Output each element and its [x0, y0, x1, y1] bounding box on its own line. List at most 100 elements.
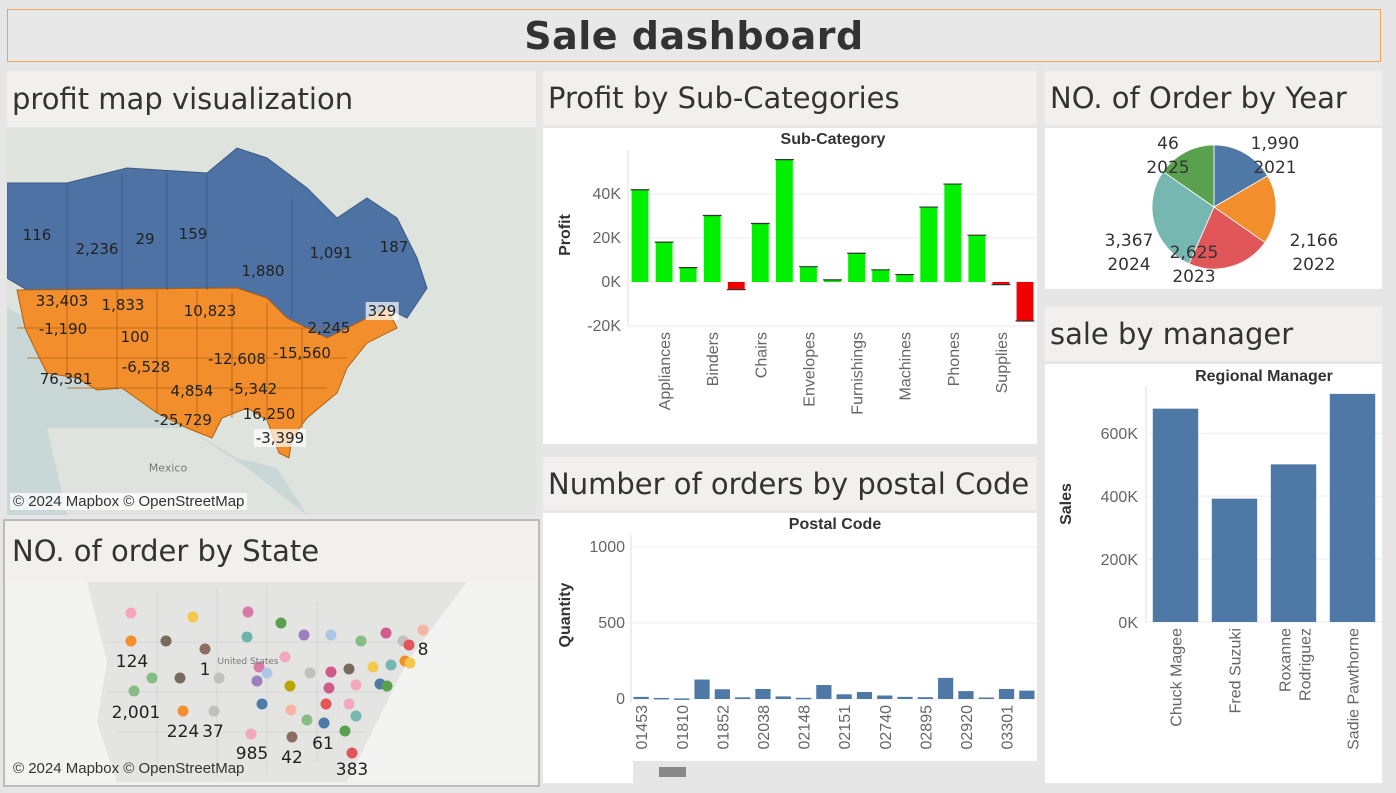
profit-map[interactable]: 116 2,236 29 159 1,091 187 1,880 33,403 … [7, 128, 536, 515]
state-marker[interactable] [213, 672, 225, 684]
state-marker[interactable] [208, 705, 220, 717]
state-marker[interactable] [251, 675, 263, 687]
postal-bar[interactable] [714, 689, 730, 699]
postal-bar[interactable] [653, 697, 670, 700]
postal-bar[interactable] [735, 697, 751, 699]
postal-bar[interactable] [856, 692, 873, 699]
postal-bar[interactable] [1019, 690, 1035, 699]
state-marker[interactable] [304, 667, 316, 679]
orders-year-chart[interactable]: 1,990 2021 2,166 2022 2,625 2023 3,367 2024 46 20… [1045, 128, 1382, 289]
pie-label-value: 46 [1157, 134, 1179, 154]
postal-bar[interactable] [998, 688, 1015, 699]
state-marker[interactable] [367, 661, 379, 673]
state-marker[interactable] [355, 635, 367, 647]
subcat-bar-tables[interactable] [1016, 282, 1034, 321]
postal-bar[interactable] [795, 697, 812, 700]
postal-bar[interactable] [775, 696, 791, 699]
state-marker[interactable] [242, 606, 254, 618]
postal-chart[interactable]: Postal Code Quantity 1000 500 0 01453 01810… [543, 513, 1037, 757]
subcat-bar-paper[interactable] [920, 207, 938, 282]
state-marker[interactable] [279, 651, 291, 663]
state-map-attribution[interactable]: © 2024 Mapbox © OpenStreetMap [10, 760, 247, 777]
subcat-bar-chairs[interactable] [751, 223, 769, 282]
subcat-bar-copiers[interactable] [775, 159, 793, 282]
state-marker[interactable] [346, 747, 358, 759]
postal-bar[interactable] [877, 695, 893, 699]
subcat-bar-envelopes[interactable] [800, 266, 817, 282]
subcat-bar-storage[interactable] [968, 235, 986, 282]
state-marker[interactable] [245, 728, 257, 740]
state-marker[interactable] [318, 717, 330, 729]
state-marker[interactable] [125, 607, 137, 619]
state-marker[interactable] [174, 672, 186, 684]
state-marker[interactable] [350, 710, 362, 722]
state-marker[interactable] [320, 698, 332, 710]
map-label: -12,608 [208, 350, 266, 368]
state-marker[interactable] [380, 627, 392, 639]
state-marker[interactable] [187, 611, 199, 623]
subcat-bar-phones[interactable] [944, 184, 962, 282]
postal-bar[interactable] [917, 697, 933, 699]
map-label: 1,833 [101, 296, 145, 314]
map-attribution[interactable]: © 2024 Mapbox © OpenStreetMap [10, 493, 248, 510]
postal-bar[interactable] [755, 688, 771, 699]
postal-bar[interactable] [938, 677, 954, 699]
subcat-bar-bookcases[interactable] [727, 282, 745, 290]
postal-bar[interactable] [633, 696, 649, 699]
postal-bar[interactable] [897, 696, 913, 699]
manager-bar-chuck-magee[interactable] [1152, 408, 1199, 622]
state-marker[interactable] [323, 682, 335, 694]
postal-bar[interactable] [694, 679, 710, 699]
subcat-chart[interactable]: Sub-Category Profit 40K 20K 0K -20K Applian… [543, 128, 1037, 444]
state-marker[interactable] [343, 698, 355, 710]
subcat-bar-appliances[interactable] [655, 242, 673, 282]
subcat-bar-binders[interactable] [703, 215, 721, 282]
state-marker[interactable] [301, 714, 313, 726]
state-marker[interactable] [325, 629, 337, 641]
state-marker[interactable] [177, 705, 189, 717]
state-marker[interactable] [160, 635, 172, 647]
us-place-label: United States [217, 657, 279, 667]
state-marker[interactable] [403, 639, 415, 651]
manager-chart[interactable]: Regional Manager Sales 600K 400K 200K 0K Ch… [1045, 364, 1382, 783]
manager-bar-fred-suzuki[interactable] [1211, 498, 1258, 622]
state-marker[interactable] [325, 666, 337, 678]
state-marker[interactable] [285, 704, 297, 716]
subcat-bar-machines[interactable] [896, 274, 914, 282]
state-marker[interactable] [286, 731, 298, 743]
state-marker[interactable] [199, 643, 211, 655]
state-marker[interactable] [385, 659, 397, 671]
state-marker[interactable] [350, 679, 362, 691]
state-marker[interactable] [261, 667, 273, 679]
manager-bar-sadie-pawthorne[interactable] [1329, 393, 1376, 622]
state-marker[interactable] [381, 680, 393, 692]
state-marker[interactable] [339, 725, 351, 737]
postal-scrollbar-thumb[interactable] [659, 767, 686, 777]
map-label: 2,245 [307, 319, 351, 337]
state-map[interactable]: United States 124 1 8 2,001 224 37 985 4… [7, 582, 536, 782]
postal-bar[interactable] [958, 691, 974, 699]
postal-bar[interactable] [816, 685, 832, 699]
state-marker[interactable] [125, 635, 137, 647]
state-marker[interactable] [404, 657, 416, 669]
postal-bar[interactable] [836, 694, 852, 699]
postal-header: Number of orders by postal Code [543, 457, 1037, 510]
state-marker[interactable] [284, 680, 296, 692]
subcat-bar-accessories[interactable] [631, 189, 649, 282]
subcat-bar-art[interactable] [679, 267, 697, 282]
state-marker[interactable] [343, 663, 355, 675]
state-marker[interactable] [146, 672, 158, 684]
state-marker[interactable] [128, 685, 140, 697]
subcat-bar-labels[interactable] [872, 269, 890, 282]
state-marker[interactable] [417, 624, 429, 636]
manager-bar-roxanne-rodriguez[interactable] [1270, 464, 1317, 622]
state-marker[interactable] [298, 629, 310, 641]
postal-scrollbar[interactable] [633, 761, 1037, 783]
postal-bar[interactable] [674, 698, 690, 700]
state-marker[interactable] [241, 631, 253, 643]
state-marker[interactable] [256, 698, 268, 710]
subcat-bar-furnishings[interactable] [848, 253, 865, 282]
map-label: -15,560 [273, 344, 331, 362]
state-marker[interactable] [275, 617, 287, 629]
postal-bar[interactable] [978, 697, 994, 699]
